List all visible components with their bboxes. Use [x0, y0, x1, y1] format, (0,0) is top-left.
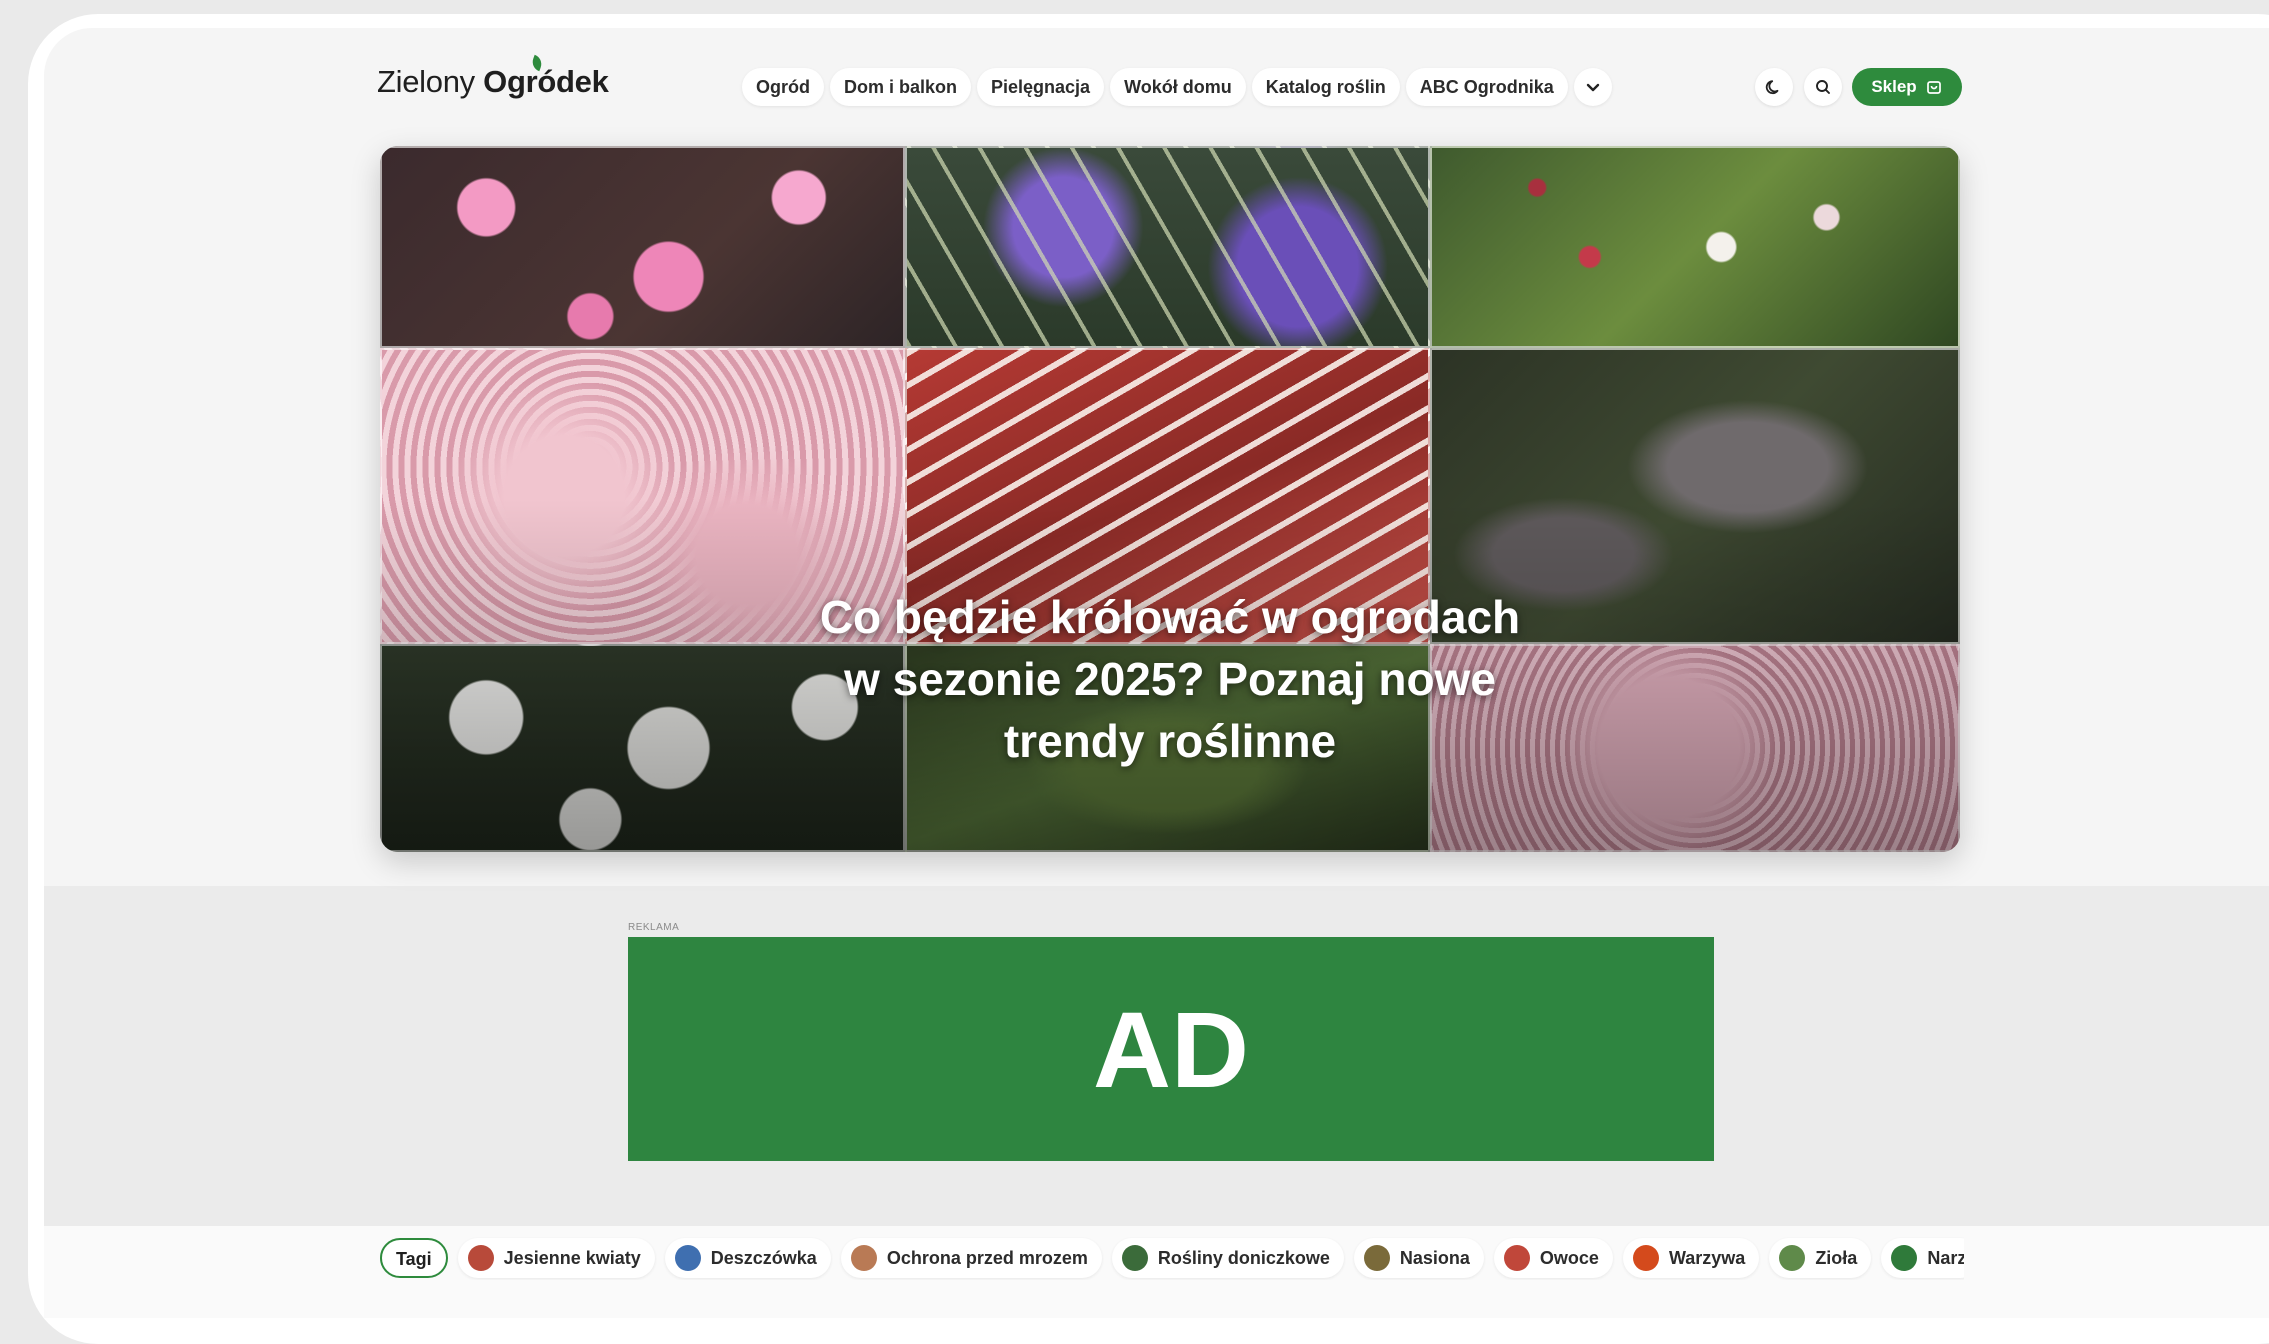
- nav-item-katalog-roslin[interactable]: Katalog roślin: [1251, 68, 1400, 106]
- tag-label: Owoce: [1539, 1247, 1599, 1268]
- hero-title-text: Co będzie królować w ogrodach w sezonie …: [819, 591, 1521, 767]
- logo-text-light: Zielony: [377, 64, 484, 99]
- nav-more-button[interactable]: [1573, 68, 1612, 106]
- tag-thumbnail: [1363, 1245, 1390, 1271]
- tag-ziola[interactable]: Zioła: [1769, 1238, 1872, 1278]
- tag-thumbnail: [1503, 1245, 1530, 1271]
- chevron-down-icon: [1586, 83, 1599, 92]
- tag-ochrona-przed-mrozem[interactable]: Ochrona przed mrozem: [840, 1238, 1102, 1278]
- tag-thumbnail: [1891, 1245, 1918, 1271]
- bag-icon: [1926, 81, 1941, 94]
- tag-thumbnail: [850, 1245, 877, 1271]
- tags-label[interactable]: Tagi: [380, 1238, 448, 1278]
- tag-narzedzia[interactable]: Narz: [1881, 1238, 1964, 1278]
- tag-owoce[interactable]: Owoce: [1493, 1238, 1613, 1278]
- main-nav: Ogród Dom i balkon Pielęgnacja Wokół dom…: [742, 68, 1612, 106]
- tag-nasiona[interactable]: Nasiona: [1353, 1238, 1484, 1278]
- tag-thumbnail: [1632, 1245, 1659, 1271]
- tag-thumbnail: [674, 1245, 701, 1271]
- tag-label: Ochrona przed mrozem: [886, 1247, 1088, 1268]
- hero-image-hydrangea: [380, 146, 905, 348]
- nav-item-wokol-domu[interactable]: Wokół domu: [1110, 68, 1246, 106]
- nav-item-abc-ogrodnika[interactable]: ABC Ogrodnika: [1405, 68, 1568, 106]
- ad-banner[interactable]: AD: [628, 937, 1714, 1161]
- shop-label: Sklep: [1871, 77, 1917, 96]
- tag-label: Warzywa: [1668, 1247, 1746, 1268]
- hero-image-lavender-grass: [905, 146, 1430, 348]
- nav-item-dom-i-balkon[interactable]: Dom i balkon: [830, 68, 972, 106]
- tag-warzywa[interactable]: Warzywa: [1622, 1238, 1760, 1278]
- tag-label: Nasiona: [1399, 1247, 1470, 1268]
- tag-label: Deszczówka: [710, 1247, 817, 1268]
- tag-label: Rośliny doniczkowe: [1157, 1247, 1330, 1268]
- tag-thumbnail: [1121, 1245, 1148, 1271]
- theme-toggle-button[interactable]: [1755, 68, 1793, 106]
- tag-rosliny-doniczkowe[interactable]: Rośliny doniczkowe: [1111, 1238, 1344, 1278]
- nav-item-pielegnacja[interactable]: Pielęgnacja: [977, 68, 1105, 106]
- site-logo[interactable]: Zielony Ogródek: [377, 54, 609, 100]
- search-button[interactable]: [1804, 68, 1842, 106]
- shop-button[interactable]: Sklep: [1852, 68, 1962, 106]
- tag-deszczowka[interactable]: Deszczówka: [664, 1238, 831, 1278]
- tag-label: Narz: [1927, 1247, 1964, 1268]
- search-icon: [1816, 80, 1830, 94]
- hero-image-pieris: [1430, 146, 1960, 348]
- tag-thumbnail: [467, 1245, 494, 1271]
- ad-label: REKLAMA: [628, 922, 680, 933]
- logo-text-bold: Ogródek: [483, 64, 609, 99]
- tag-jesienne-kwiaty[interactable]: Jesienne kwiaty: [457, 1238, 655, 1278]
- tag-label: Zioła: [1815, 1247, 1858, 1268]
- hero-title[interactable]: Co będzie królować w ogrodach w sezonie …: [380, 586, 1960, 772]
- moon-icon: [1765, 80, 1779, 95]
- tag-label: Jesienne kwiaty: [503, 1247, 641, 1268]
- nav-item-ogrod[interactable]: Ogród: [742, 68, 824, 106]
- tags-bar: Tagi Jesienne kwiaty Deszczówka Ochrona …: [380, 1236, 1964, 1280]
- tag-thumbnail: [1779, 1245, 1806, 1271]
- hero-banner[interactable]: Co będzie królować w ogrodach w sezonie …: [380, 146, 1960, 852]
